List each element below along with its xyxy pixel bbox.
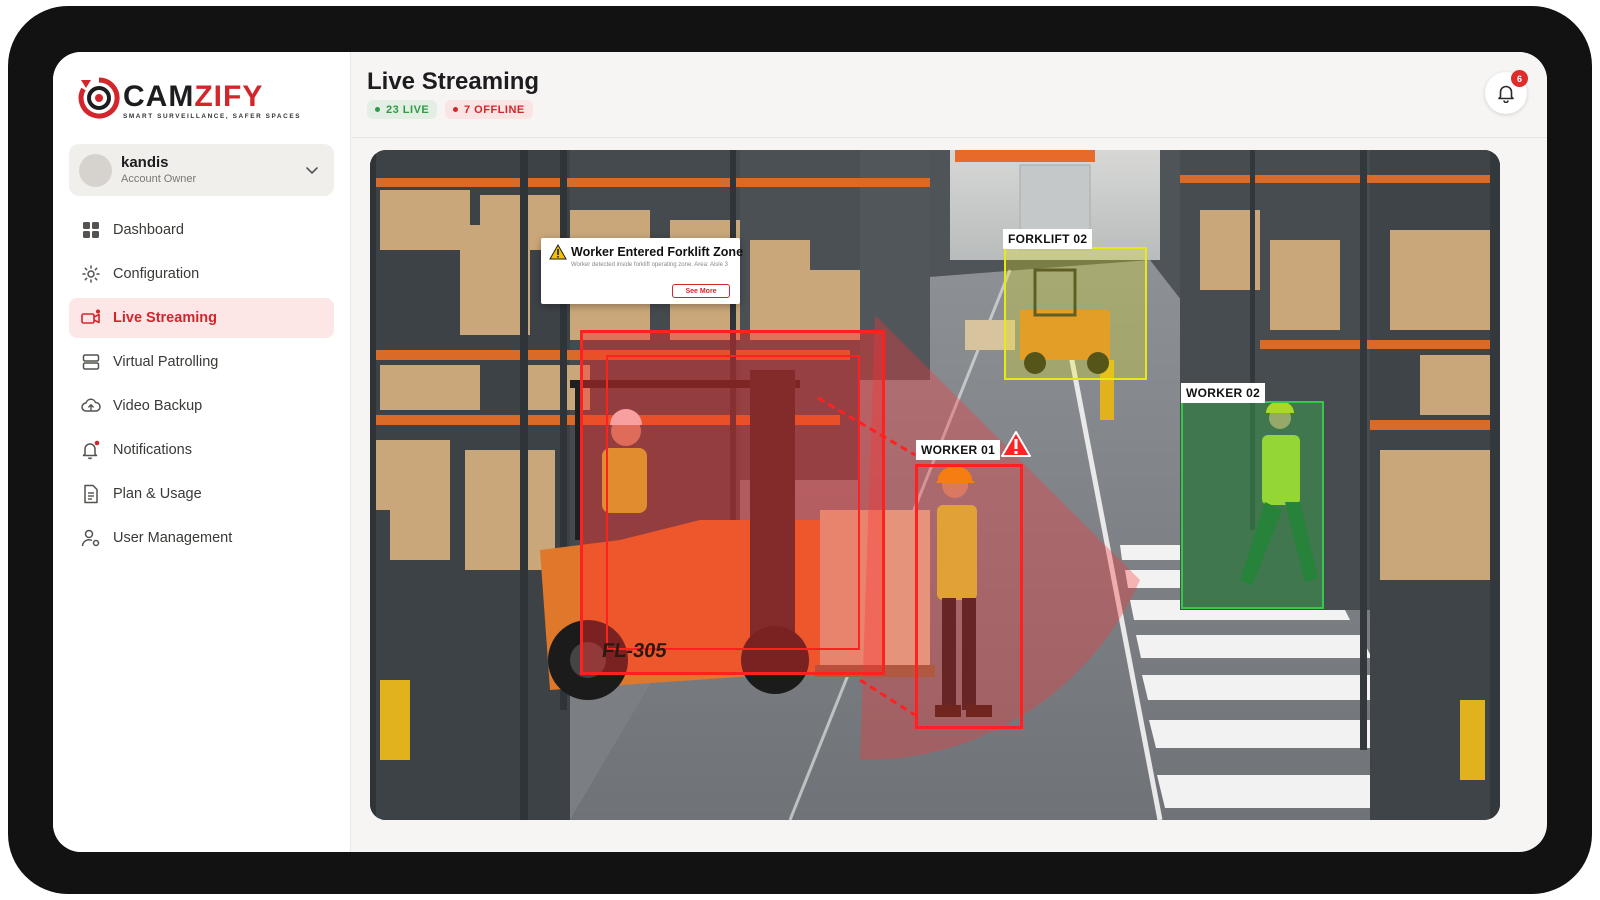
alert-description: Worker detected inside forklift operatin…: [571, 262, 728, 268]
sidebar-item-dashboard[interactable]: Dashboard: [69, 210, 334, 250]
warning-triangle-icon: [1001, 431, 1031, 457]
sidebar-item-live-streaming[interactable]: Live Streaming: [69, 298, 334, 338]
sidebar-item-label: Dashboard: [113, 222, 184, 238]
gear-icon: [81, 264, 101, 284]
sidebar-item-label: Virtual Patrolling: [113, 354, 219, 370]
see-more-button[interactable]: See More: [672, 284, 730, 298]
account-switcher[interactable]: kandis Account Owner: [69, 144, 334, 196]
chevron-down-icon: [306, 167, 318, 175]
safety-alert-card[interactable]: Worker Entered Forklift Zone Worker dete…: [541, 238, 744, 304]
page-title: Live Streaming: [367, 68, 540, 95]
user-name: kandis: [121, 154, 169, 171]
brand-tagline: SMART SURVEILLANCE, SAFER SPACES: [123, 113, 302, 120]
alert-title: Worker Entered Forklift Zone: [571, 245, 744, 259]
brand-logo[interactable]: CAMZIFY SMART SURVEILLANCE, SAFER SPACES: [77, 76, 327, 126]
grid-icon: [81, 220, 101, 240]
offline-dot-icon: [453, 107, 458, 112]
live-video-feed[interactable]: FORKLIFT 02 WORKER 01 WORKER 02 FL-305 W…: [370, 150, 1500, 820]
worker-02-box[interactable]: [1181, 401, 1324, 609]
sidebar-item-virtual-patrolling[interactable]: Virtual Patrolling: [69, 342, 334, 382]
sidebar-item-label: Plan & Usage: [113, 486, 202, 502]
live-count-label: 23 LIVE: [386, 103, 430, 116]
live-dot-icon: [375, 107, 380, 112]
notifications-button[interactable]: 6: [1485, 70, 1528, 114]
sidebar-item-video-backup[interactable]: Video Backup: [69, 386, 334, 426]
sidebar-item-plan-usage[interactable]: Plan & Usage: [69, 474, 334, 514]
camera-icon: [81, 308, 101, 328]
sidebar-item-user-management[interactable]: User Management: [69, 518, 334, 558]
sidebar: CAMZIFY SMART SURVEILLANCE, SAFER SPACES…: [53, 52, 351, 852]
live-count-badge[interactable]: 23 LIVE: [367, 100, 438, 119]
sidebar-item-label: User Management: [113, 530, 233, 546]
bell-icon: [1498, 85, 1514, 103]
sidebar-item-label: Video Backup: [113, 398, 203, 414]
server-icon: [81, 352, 101, 372]
forklift-01-inner-box: [606, 355, 860, 650]
brand-wordmark: CAMZIFY: [123, 80, 264, 113]
document-icon: [81, 484, 101, 504]
worker-01-label: WORKER 01: [916, 440, 1001, 460]
warning-triangle-icon: [549, 244, 567, 260]
worker-01-box[interactable]: [915, 464, 1023, 729]
app-window: CAMZIFY SMART SURVEILLANCE, SAFER SPACES…: [53, 52, 1547, 852]
notification-count-badge: 6: [1511, 70, 1528, 87]
sidebar-item-label: Configuration: [113, 266, 200, 282]
offline-count-label: 7 OFFLINE: [464, 103, 525, 116]
forklift-02-label: FORKLIFT 02: [1003, 229, 1093, 249]
worker-02-label: WORKER 02: [1181, 383, 1266, 403]
offline-count-badge[interactable]: 7 OFFLINE: [445, 100, 533, 119]
sidebar-item-label: Live Streaming: [113, 310, 217, 326]
camera-lens-logo-icon: [78, 77, 120, 119]
cloud-icon: [81, 396, 101, 416]
page-header: Live Streaming 23 LIVE 7 OFFLINE 6: [352, 52, 1547, 138]
sidebar-nav: Dashboard Configuration Live Streaming V…: [69, 210, 334, 562]
user-role: Account Owner: [121, 173, 197, 185]
avatar: [79, 154, 112, 187]
sidebar-item-notifications[interactable]: Notifications: [69, 430, 334, 470]
user-settings-icon: [81, 528, 101, 548]
forklift-02-box[interactable]: [1004, 247, 1147, 380]
bell-icon: [81, 440, 101, 460]
sidebar-item-label: Notifications: [113, 442, 192, 458]
forklift-plate-text: FL-305: [600, 640, 669, 662]
sidebar-item-configuration[interactable]: Configuration: [69, 254, 334, 294]
